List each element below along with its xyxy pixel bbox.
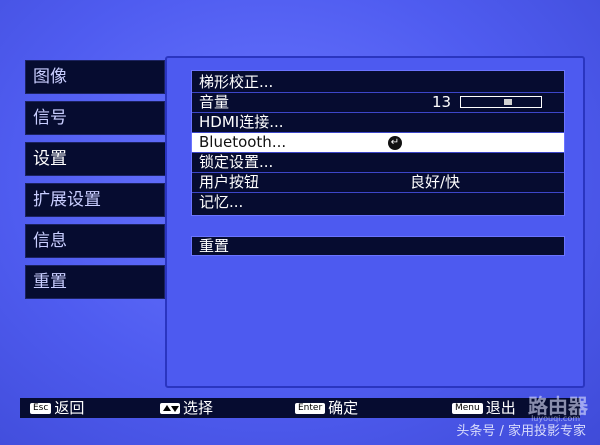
volume-slider[interactable] (460, 96, 542, 108)
volume-value: 13 (432, 93, 452, 111)
hint-back: Esc 返回 (30, 398, 84, 418)
menu-item-hdmi-link[interactable]: HDMI连接... (192, 113, 564, 133)
sidebar-item-extended-settings[interactable]: 扩展设置 (25, 183, 165, 217)
menu-key-icon: Menu (452, 403, 483, 414)
menu-item-user-button[interactable]: 用户按钮 良好/快 (192, 173, 564, 193)
sidebar-item-label: 重置 (33, 272, 67, 292)
hint-bar: Esc 返回 选择 Enter 确定 Menu 退出 (20, 398, 580, 418)
sidebar-item-image[interactable]: 图像 (25, 60, 165, 94)
hint-confirm: Enter 确定 (295, 398, 358, 418)
menu-item-label: HDMI连接... (199, 113, 284, 131)
menu-item-label: 用户按钮 (199, 173, 260, 191)
settings-panel: 梯形校正... 音量 13 HDMI连接... Bluetooth... ↵ 锁… (165, 56, 585, 388)
reset-label: 重置 (199, 237, 230, 255)
sidebar-item-reset[interactable]: 重置 (25, 265, 165, 299)
menu-item-memory[interactable]: 记忆... (192, 193, 564, 213)
menu-item-label: 梯形校正... (199, 73, 274, 91)
menu-item-keystone[interactable]: 梯形校正... (192, 73, 564, 93)
up-down-arrows-icon (160, 403, 180, 414)
sidebar-item-settings[interactable]: 设置 (25, 142, 180, 176)
settings-menu: 梯形校正... 音量 13 HDMI连接... Bluetooth... ↵ 锁… (191, 70, 565, 216)
hint-select-label: 选择 (183, 399, 214, 417)
menu-item-lock-settings[interactable]: 锁定设置... (192, 153, 564, 173)
sidebar-item-label: 扩展设置 (33, 190, 101, 210)
volume-slider-knob[interactable] (504, 99, 512, 105)
menu-item-label: Bluetooth... (199, 133, 287, 151)
user-button-value: 良好/快 (410, 173, 461, 191)
hint-confirm-label: 确定 (328, 399, 359, 417)
enter-icon: ↵ (388, 136, 402, 150)
watermark-text: 头条号 / 家用投影专家 (456, 424, 586, 439)
sidebar-item-info[interactable]: 信息 (25, 224, 165, 258)
menu-item-label: 记忆... (199, 193, 244, 211)
menu-item-label: 锁定设置... (199, 153, 274, 171)
sidebar-item-label: 设置 (33, 149, 67, 169)
reset-button[interactable]: 重置 (191, 236, 565, 256)
sidebar-item-label: 信号 (33, 108, 67, 128)
hint-back-label: 返回 (54, 399, 85, 417)
hint-exit: Menu 退出 (452, 398, 516, 418)
sidebar-item-label: 图像 (33, 67, 67, 87)
hint-exit-label: 退出 (485, 399, 516, 417)
esc-key-icon: Esc (30, 403, 52, 414)
hint-select: 选择 (160, 398, 213, 418)
sidebar-item-signal[interactable]: 信号 (25, 101, 165, 135)
enter-key-icon: Enter (295, 403, 326, 414)
menu-item-volume[interactable]: 音量 13 (192, 93, 564, 113)
sidebar-item-label: 信息 (33, 231, 67, 251)
menu-item-bluetooth[interactable]: Bluetooth... ↵ (192, 133, 564, 153)
menu-item-label: 音量 (199, 93, 230, 111)
